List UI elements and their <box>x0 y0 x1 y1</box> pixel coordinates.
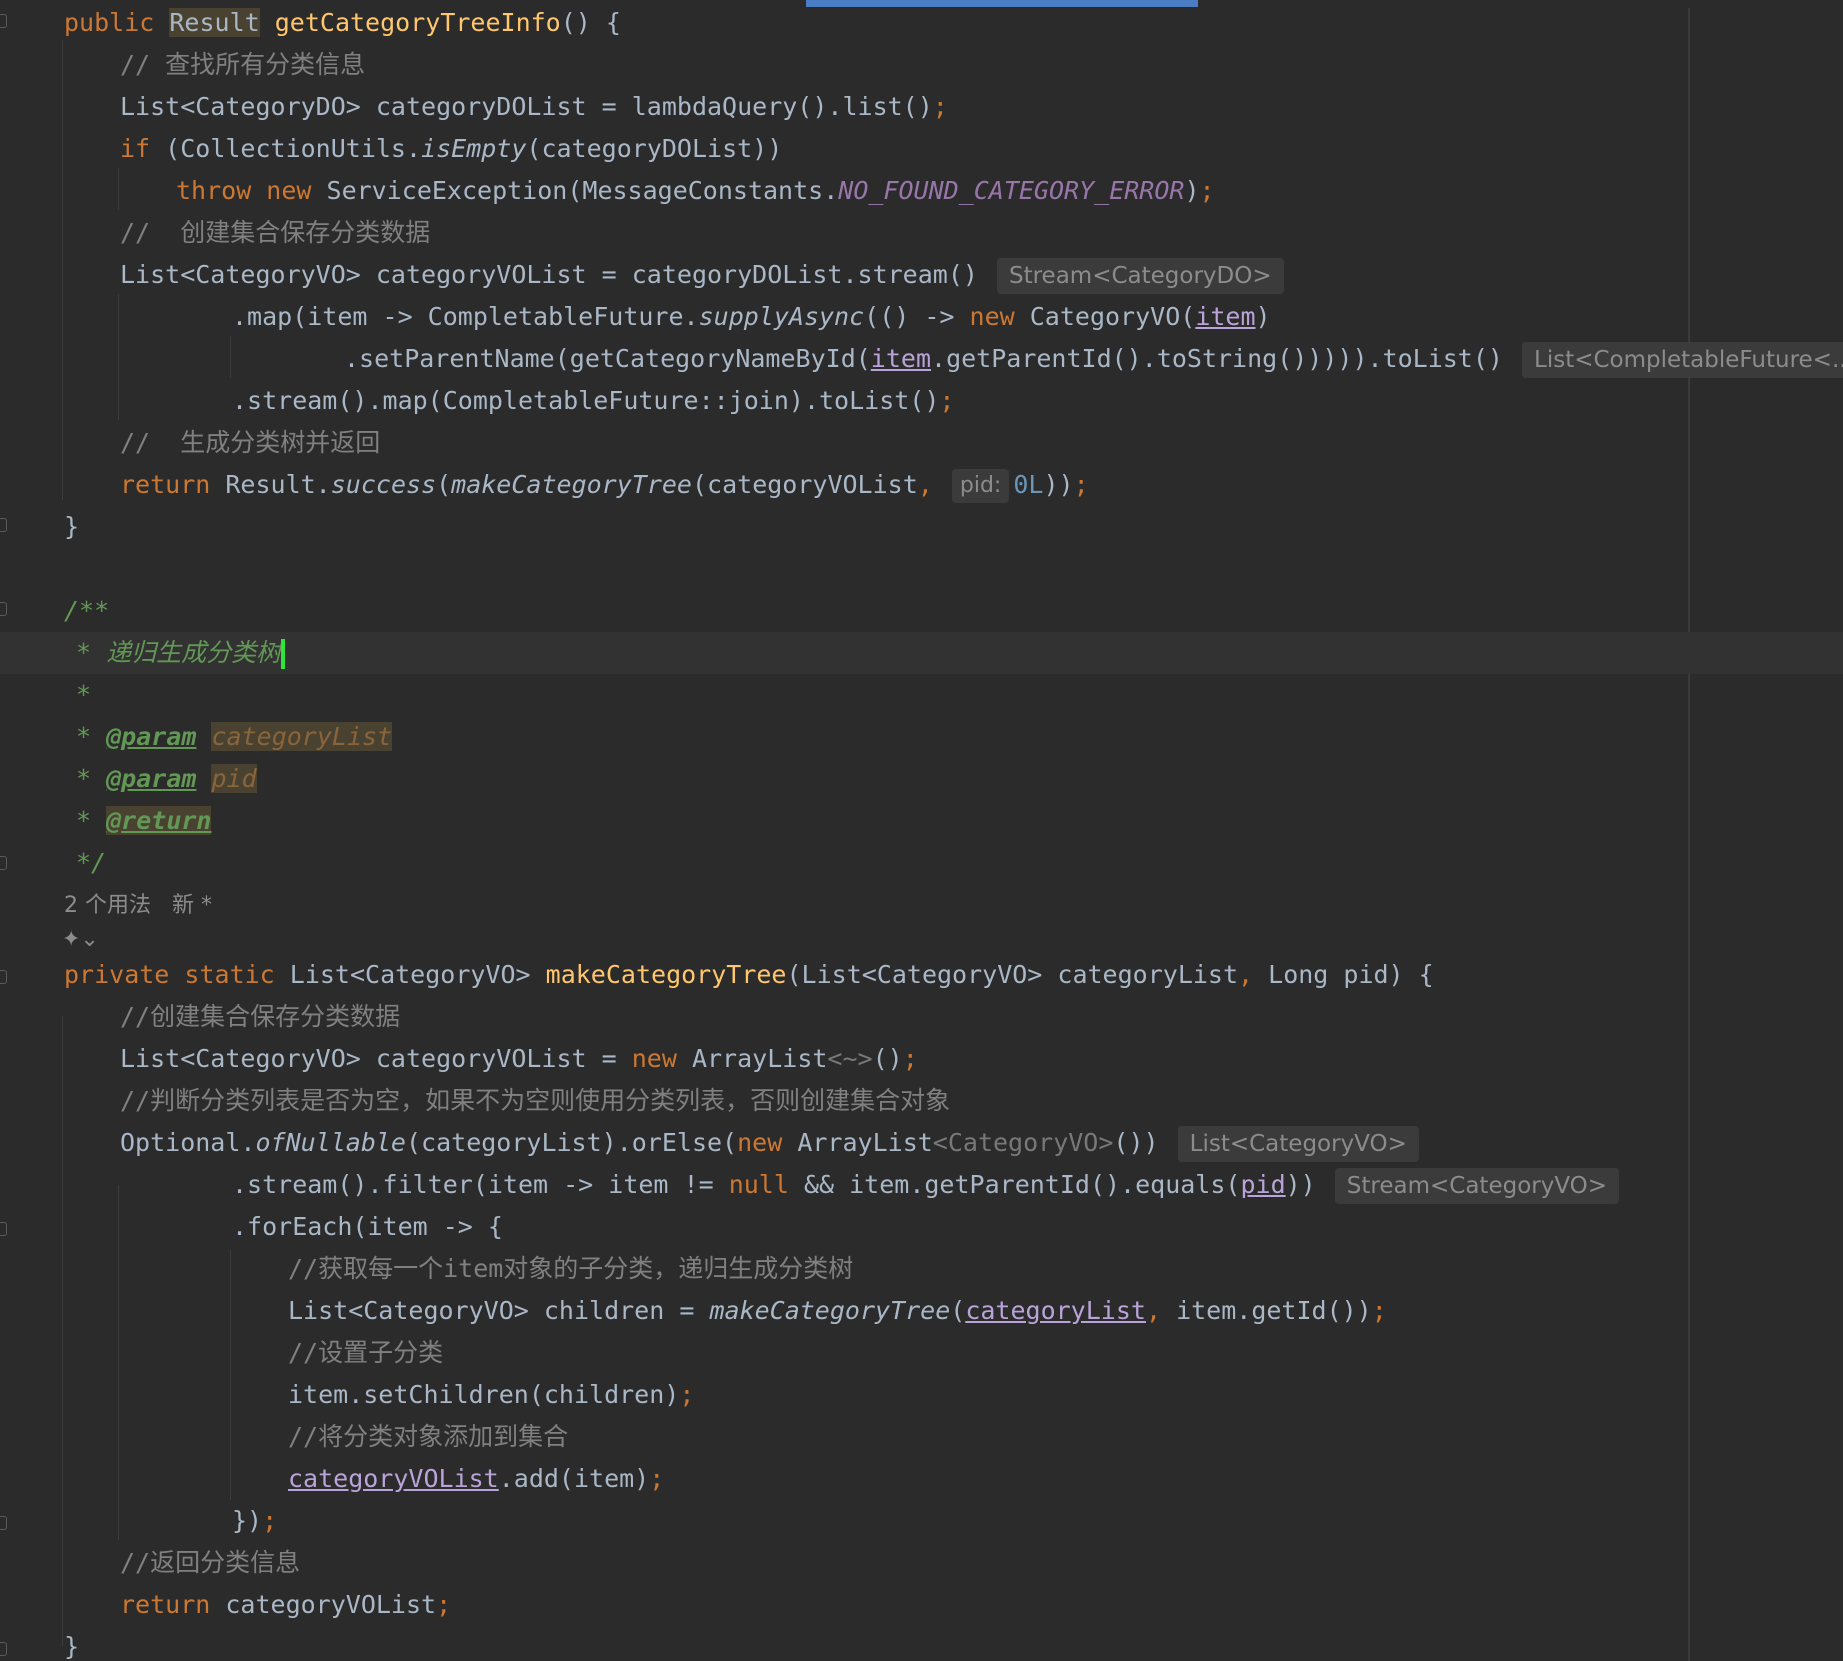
ai-assistant-icon[interactable]: ✦⌄ <box>62 926 114 954</box>
code-line[interactable]: //将分类对象添加到集合 <box>288 1416 568 1458</box>
code-line[interactable]: * 递归生成分类树 <box>76 632 286 674</box>
code-line[interactable]: .setParentName(getCategoryNameById(item.… <box>344 338 1843 380</box>
code-line[interactable]: * @return <box>76 800 212 842</box>
code-line[interactable]: * @param categoryList <box>76 716 393 758</box>
text-caret <box>281 639 286 669</box>
fold-icon[interactable] <box>0 1516 7 1530</box>
usage-hint[interactable]: 2 个用法 新 * <box>64 885 212 927</box>
code-line[interactable]: .stream().map(CompletableFuture::join).t… <box>232 380 954 422</box>
right-margin-guide <box>1688 8 1690 1661</box>
fold-icon[interactable] <box>0 1642 7 1656</box>
code-line[interactable]: Optional.ofNullable(categoryList).orElse… <box>120 1122 1419 1164</box>
code-line[interactable]: * <box>76 674 91 716</box>
fold-icon[interactable] <box>0 856 7 870</box>
code-line[interactable]: return categoryVOList; <box>120 1584 451 1626</box>
code-line[interactable]: */ <box>76 842 106 884</box>
code-line[interactable]: return Result.success(makeCategoryTree(c… <box>120 464 1089 506</box>
code-line[interactable]: //返回分类信息 <box>120 1542 300 1584</box>
code-line[interactable]: private static List<CategoryVO> makeCate… <box>64 954 1434 996</box>
parameter-hint: pid: <box>951 469 1010 503</box>
indent-guide <box>118 168 119 210</box>
type-hint: List<CategoryVO> <box>1177 1126 1419 1162</box>
indent-guide <box>118 294 119 420</box>
fold-icon[interactable] <box>0 970 7 984</box>
indent-guide <box>62 1016 63 1646</box>
indent-guide <box>230 1250 231 1500</box>
indent-guide <box>230 336 231 378</box>
code-line[interactable]: // 生成分类树并返回 <box>120 422 380 464</box>
code-line[interactable]: //设置子分类 <box>288 1332 443 1374</box>
code-line[interactable]: //获取每一个item对象的子分类，递归生成分类树 <box>288 1248 853 1290</box>
code-line[interactable]: // 查找所有分类信息 <box>120 44 365 86</box>
code-line[interactable]: }); <box>232 1500 277 1542</box>
code-line[interactable]: categoryVOList.add(item); <box>288 1458 664 1500</box>
scrollbar-thumb[interactable] <box>806 0 1198 7</box>
indent-guide <box>118 1185 119 1540</box>
code-line[interactable]: // 创建集合保存分类数据 <box>120 212 430 254</box>
fold-icon[interactable] <box>0 14 7 28</box>
code-line[interactable]: item.setChildren(children); <box>288 1374 694 1416</box>
type-hint: Stream<CategoryVO> <box>1334 1168 1620 1204</box>
code-line[interactable]: .stream().filter(item -> item != null &&… <box>232 1164 1620 1206</box>
indent-guide <box>62 40 63 500</box>
code-line[interactable]: if (CollectionUtils.isEmpty(categoryDOLi… <box>120 128 782 170</box>
code-line[interactable]: List<CategoryVO> children = makeCategory… <box>288 1290 1387 1332</box>
code-line[interactable]: throw new ServiceException(MessageConsta… <box>176 170 1215 212</box>
code-line[interactable]: List<CategoryDO> categoryDOList = lambda… <box>120 86 948 128</box>
code-line[interactable]: public Result getCategoryTreeInfo() { <box>64 2 621 44</box>
fold-icon[interactable] <box>0 1222 7 1236</box>
code-line[interactable]: .map(item -> CompletableFuture.supplyAsy… <box>232 296 1271 338</box>
code-line[interactable]: //判断分类列表是否为空，如果不为空则使用分类列表，否则创建集合对象 <box>120 1080 950 1122</box>
code-line[interactable]: /** <box>64 590 109 632</box>
type-hint: Stream<CategoryDO> <box>996 258 1284 294</box>
code-line[interactable]: //创建集合保存分类数据 <box>120 996 400 1038</box>
code-line[interactable]: List<CategoryVO> categoryVOList = catego… <box>120 254 1284 296</box>
code-line[interactable]: .forEach(item -> { <box>232 1206 503 1248</box>
code-editor[interactable]: public Result getCategoryTreeInfo() { //… <box>0 0 1843 1661</box>
code-line[interactable]: List<CategoryVO> categoryVOList = new Ar… <box>120 1038 918 1080</box>
code-line[interactable]: } <box>64 506 79 548</box>
fold-icon[interactable] <box>0 518 7 532</box>
code-line[interactable]: } <box>64 1626 79 1661</box>
fold-icon[interactable] <box>0 602 7 616</box>
gutter[interactable] <box>0 0 14 1661</box>
type-hint: List<CompletableFuture<...>> <box>1522 342 1843 378</box>
code-line[interactable]: * @param pid <box>76 758 257 800</box>
